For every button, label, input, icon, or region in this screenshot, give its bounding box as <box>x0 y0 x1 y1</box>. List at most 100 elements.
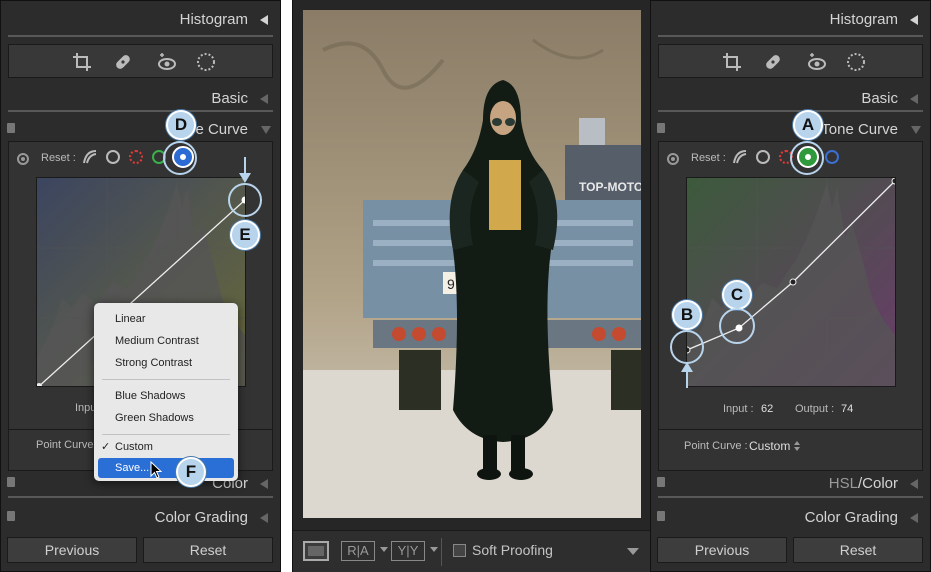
masking-icon[interactable] <box>845 51 867 73</box>
color-grading-header[interactable]: Color Grading <box>651 505 930 531</box>
hsl-color-header[interactable]: HSL/Color <box>651 471 930 497</box>
rgb-channel-icon[interactable] <box>106 150 120 164</box>
panel-switch-icon[interactable] <box>657 477 665 487</box>
blue-channel-icon[interactable] <box>825 150 839 164</box>
red-eye-icon[interactable] <box>806 51 828 73</box>
reset-label[interactable]: Reset : <box>41 152 76 164</box>
output-label: Output : <box>795 403 835 415</box>
targeted-adjustment-icon[interactable] <box>17 153 29 165</box>
chevron-down-icon[interactable] <box>430 547 438 552</box>
right-develop-panel: Histogram Basic Tone Curve Reset : Input… <box>650 0 931 572</box>
crop-icon[interactable] <box>71 51 93 73</box>
tone-curve-header[interactable]: Tone Curve <box>651 117 930 143</box>
point-curve-select[interactable]: Custom <box>749 439 790 453</box>
red-eye-icon[interactable] <box>156 51 178 73</box>
rgb-channel-icon[interactable] <box>756 150 770 164</box>
divider <box>658 110 923 112</box>
histogram-title: Histogram <box>179 11 248 28</box>
toolbar: R|A Y|Y Soft Proofing <box>293 530 651 572</box>
hsl-tab[interactable]: HSL <box>829 475 858 492</box>
color-grading-header[interactable]: Color Grading <box>1 505 280 531</box>
menu-divider <box>102 379 230 380</box>
chevron-down-icon[interactable] <box>380 547 388 552</box>
menu-item-linear[interactable]: Linear <box>115 313 146 325</box>
before-after-button[interactable]: R|A <box>341 541 375 561</box>
histogram-header[interactable]: Histogram <box>651 7 930 33</box>
collapse-left-icon[interactable] <box>910 94 918 104</box>
menu-item-strong-contrast[interactable]: Strong Contrast <box>115 357 192 369</box>
panel-switch-icon[interactable] <box>657 123 665 133</box>
color-tab[interactable]: Color <box>862 475 898 492</box>
photo-preview-panel: TOP-MOTO 9 R|A Y|Y Soft Proofing <box>292 0 651 572</box>
tone-curve-title: e Curve <box>195 121 248 138</box>
collapse-left-icon[interactable] <box>260 513 268 523</box>
panel-switch-icon[interactable] <box>657 511 665 521</box>
collapse-down-icon[interactable] <box>261 126 271 134</box>
callout-c: C <box>722 280 752 310</box>
point-curve-label: Point Curve : <box>36 439 100 451</box>
crop-icon[interactable] <box>721 51 743 73</box>
input-label: Input : <box>723 403 754 415</box>
panel-switch-icon[interactable] <box>7 123 15 133</box>
callout-b: B <box>672 300 702 330</box>
soft-proofing-checkbox[interactable] <box>453 544 466 557</box>
panel-switch-icon[interactable] <box>7 511 15 521</box>
basic-title: Basic <box>861 90 898 107</box>
basic-header[interactable]: Basic <box>651 86 930 112</box>
parametric-curve-icon[interactable] <box>731 148 749 166</box>
reset-label[interactable]: Reset : <box>691 152 726 164</box>
panel-switch-icon[interactable] <box>7 477 15 487</box>
tone-curve-graph[interactable] <box>686 177 896 387</box>
divider <box>8 35 273 37</box>
reset-button[interactable]: Reset <box>143 537 273 563</box>
collapse-left-icon[interactable] <box>260 15 268 25</box>
collapse-left-icon[interactable] <box>260 479 268 489</box>
photo-image: TOP-MOTO 9 <box>303 10 641 518</box>
reset-button[interactable]: Reset <box>793 537 923 563</box>
parametric-curve-icon[interactable] <box>81 148 99 166</box>
healing-icon[interactable] <box>112 51 134 73</box>
targeted-adjustment-icon[interactable] <box>667 153 679 165</box>
point-curve-label: Point Curve : <box>684 440 748 452</box>
truck-sign: TOP-MOTO <box>579 180 641 194</box>
checkmark-icon: ✓ <box>101 441 111 453</box>
collapse-left-icon[interactable] <box>910 513 918 523</box>
histogram-header[interactable]: Histogram <box>1 7 280 33</box>
compare-view-button[interactable]: Y|Y <box>391 541 425 561</box>
arrow-up-icon <box>681 362 693 388</box>
menu-item-green-shadows[interactable]: Green Shadows <box>115 412 194 424</box>
red-channel-icon[interactable] <box>129 150 143 164</box>
divider <box>441 538 442 566</box>
healing-icon[interactable] <box>762 51 784 73</box>
color-grading-title: Color Grading <box>154 509 248 526</box>
collapse-left-icon[interactable] <box>910 479 918 489</box>
arrow-down-icon <box>239 157 251 183</box>
tone-curve-header[interactable]: e Curve <box>1 117 280 143</box>
divider <box>8 110 273 112</box>
menu-divider <box>102 434 230 435</box>
collapse-down-icon[interactable] <box>911 126 921 134</box>
collapse-left-icon[interactable] <box>910 15 918 25</box>
loupe-view-icon[interactable] <box>303 541 329 561</box>
masking-icon[interactable] <box>195 51 217 73</box>
input-value: 62 <box>761 403 774 415</box>
divider <box>658 496 923 498</box>
menu-item-save-highlight[interactable]: Save... <box>98 458 234 478</box>
menu-item-blue-shadows[interactable]: Blue Shadows <box>115 390 185 402</box>
previous-button[interactable]: Previous <box>657 537 787 563</box>
callout-e: E <box>230 220 260 250</box>
menu-item-save[interactable]: Save... <box>115 462 149 474</box>
tone-curve-title: Tone Curve <box>821 121 898 138</box>
collapse-left-icon[interactable] <box>260 94 268 104</box>
highlight-ring <box>163 141 197 175</box>
select-arrows-icon[interactable] <box>794 441 800 451</box>
toolbar-menu-icon[interactable] <box>627 548 639 555</box>
highlight-ring <box>228 183 262 217</box>
menu-item-medium-contrast[interactable]: Medium Contrast <box>115 335 199 347</box>
soft-proofing-label[interactable]: Soft Proofing <box>472 542 553 558</box>
menu-item-custom[interactable]: Custom <box>115 441 153 453</box>
basic-header[interactable]: Basic <box>1 86 280 112</box>
previous-button[interactable]: Previous <box>7 537 137 563</box>
hsl-color-title: HSL/Color <box>829 475 898 492</box>
curve-point <box>789 278 797 286</box>
